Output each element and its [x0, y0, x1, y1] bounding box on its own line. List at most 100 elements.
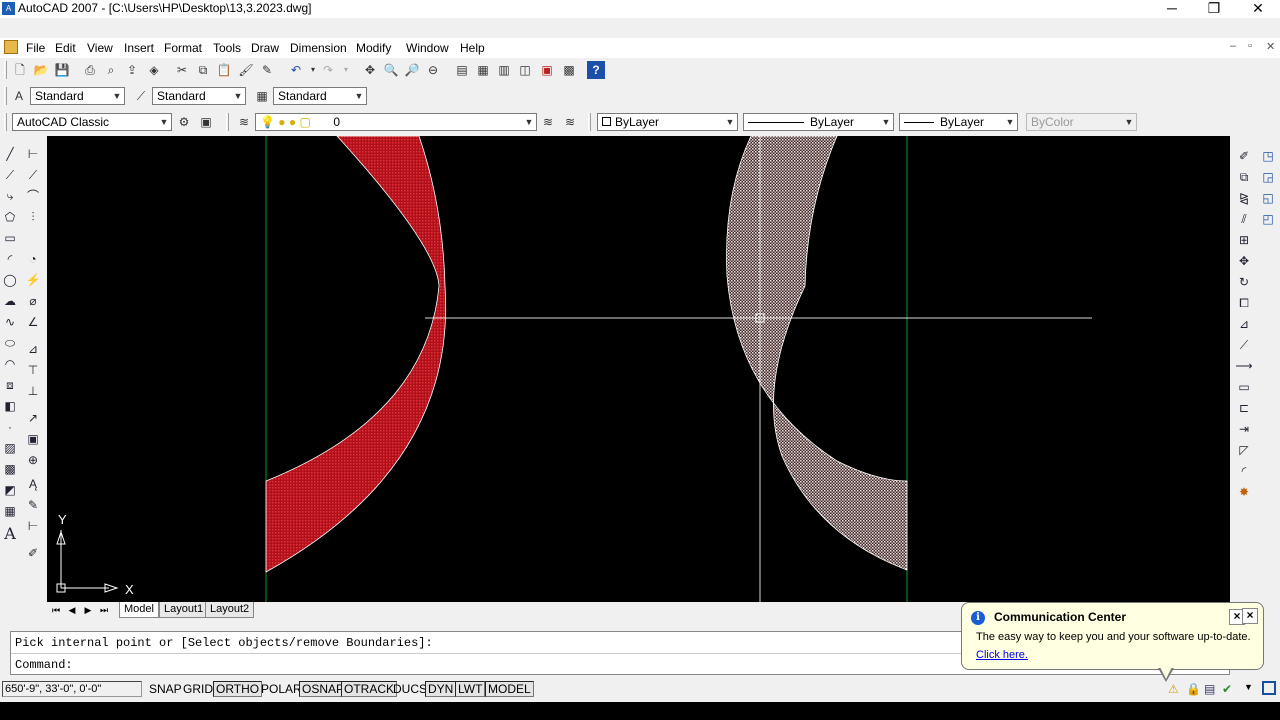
model-toggle[interactable]: MODEL [485, 681, 534, 697]
first-tab-icon[interactable]: ⏮ [49, 603, 63, 617]
dim-style-control-icon[interactable]: ✐ [23, 543, 43, 563]
dim-style-icon[interactable]: ⟋ [131, 86, 151, 106]
pan-realtime-icon[interactable]: ✥ [360, 60, 380, 80]
my-workspace-icon[interactable]: ▣ [196, 112, 216, 132]
close-button[interactable]: ✕ [1236, 0, 1280, 18]
grid-toggle[interactable]: GRID [180, 681, 216, 697]
paste-icon[interactable]: 📋 [214, 60, 234, 80]
color-control-select[interactable]: ByLayer ▼ [597, 113, 738, 131]
dim-style-select[interactable]: Standard ▼ [152, 87, 246, 105]
table-icon[interactable]: ▦ [0, 501, 20, 521]
region-icon[interactable]: ◩ [0, 480, 20, 500]
make-block-icon[interactable]: ◧ [0, 396, 20, 416]
coordinates-display[interactable]: 650'-9", 33'-0", 0'-0" [2, 681, 142, 697]
copy-icon[interactable]: ⧉ [193, 60, 213, 80]
arc-length-icon[interactable]: ⌒ [23, 186, 43, 206]
tab-layout1[interactable]: Layout1 [159, 602, 209, 618]
text-style-icon[interactable]: A [9, 86, 29, 106]
menu-file[interactable]: File [26, 41, 45, 55]
linear-dimension-icon[interactable]: ⊢ [23, 144, 43, 164]
quick-dimension-icon[interactable]: ⊿ [23, 339, 43, 359]
line-icon[interactable]: ╱ [0, 144, 20, 164]
make-object-layer-current-icon[interactable]: ≋ [538, 112, 558, 132]
polar-toggle[interactable]: POLAR [258, 681, 305, 697]
baseline-icon[interactable]: ⊤ [23, 360, 43, 380]
plot-icon[interactable]: ⎙ [80, 60, 100, 80]
osnap-toggle[interactable]: OSNAP [299, 681, 348, 697]
menu-format[interactable]: Format [164, 41, 202, 55]
match-properties-icon[interactable]: 🖌 [236, 60, 256, 80]
toolbar-grip[interactable] [4, 61, 7, 79]
center-mark-icon[interactable]: ⊕ [23, 450, 43, 470]
ellipse-arc-icon[interactable]: ◠ [0, 354, 20, 374]
workspace-select[interactable]: AutoCAD Classic ▼ [12, 113, 172, 131]
polyline-icon[interactable]: ⤷ [0, 186, 20, 206]
bring-to-front-icon[interactable]: ◳ [1258, 146, 1278, 166]
dimension-text-edit-icon[interactable]: ✎ [23, 495, 43, 515]
tab-layout2[interactable]: Layout2 [205, 602, 255, 618]
redo-dropdown-icon[interactable]: ▾ [336, 60, 356, 80]
menu-view[interactable]: View [87, 41, 113, 55]
break-icon[interactable]: ⊏ [1234, 398, 1254, 418]
layer-select[interactable]: 💡 ● ● ▢ 0 ▼ [255, 113, 537, 131]
menu-window[interactable]: Window [406, 41, 449, 55]
prev-tab-icon[interactable]: ◀ [65, 603, 79, 617]
menu-dimension[interactable]: Dimension [290, 41, 347, 55]
aligned-dimension-icon[interactable]: ⟋ [23, 165, 43, 185]
menu-modify[interactable]: Modify [356, 41, 391, 55]
zoom-window-icon[interactable]: 🔎 [402, 60, 422, 80]
rectangle-icon[interactable]: ▭ [0, 228, 20, 248]
continue-icon[interactable]: ⊥ [23, 381, 43, 401]
menu-draw[interactable]: Draw [251, 41, 279, 55]
send-to-back-icon[interactable]: ◲ [1258, 167, 1278, 187]
layer-previous-icon[interactable]: ≋ [560, 112, 580, 132]
red-hatched-arc[interactable] [265, 136, 447, 573]
last-tab-icon[interactable]: ⏭ [97, 603, 111, 617]
ordinate-icon[interactable]: ⫶ [23, 207, 43, 227]
markup-icon[interactable]: ▣ [537, 60, 557, 80]
arc-icon[interactable]: ◜ [0, 249, 20, 269]
3d-dwf-icon[interactable]: ◈ [144, 60, 164, 80]
clean-screen-icon[interactable] [1262, 681, 1276, 695]
warning-icon[interactable]: ⚠ [1168, 682, 1182, 696]
dyn-toggle[interactable]: DYN [425, 681, 457, 697]
explode-icon[interactable]: ✸ [1234, 482, 1254, 502]
jogged-icon[interactable]: ⚡ [23, 270, 43, 290]
zoom-realtime-icon[interactable]: 🔍 [381, 60, 401, 80]
model-space-drawing[interactable]: Y X [47, 136, 1230, 604]
radius-icon[interactable]: ◔ [23, 249, 43, 269]
construction-line-icon[interactable]: ⟋ [0, 165, 20, 185]
linetype-control-select[interactable]: ByLayer ▼ [743, 113, 894, 131]
new-icon[interactable]: 🗋 [10, 60, 30, 80]
tolerance-icon[interactable]: ▣ [23, 429, 43, 449]
diameter-icon[interactable]: ⌀ [23, 291, 43, 311]
dimension-update-icon[interactable]: ⊢ [23, 516, 43, 536]
otrack-toggle[interactable]: OTRACK [341, 681, 398, 697]
toolbar-grip[interactable] [226, 113, 229, 131]
lock-icon[interactable]: 🔒 [1186, 682, 1201, 696]
publish-icon[interactable]: ⇪ [122, 60, 142, 80]
table-style-select[interactable]: Standard ▼ [273, 87, 367, 105]
menu-insert[interactable]: Insert [124, 41, 154, 55]
open-icon[interactable]: 📂 [31, 60, 51, 80]
communication-center-icon[interactable]: ▤ [1204, 682, 1218, 696]
extend-icon[interactable]: ⟶ [1234, 356, 1254, 376]
save-icon[interactable]: 💾 [52, 60, 72, 80]
angular-icon[interactable]: ∠ [23, 312, 43, 332]
rotate-icon[interactable]: ↻ [1234, 272, 1254, 292]
quick-leader-icon[interactable]: ↗ [23, 408, 43, 428]
spline-icon[interactable]: ∿ [0, 312, 20, 332]
gradient-icon[interactable]: ▩ [0, 459, 20, 479]
trusted-icon[interactable]: ✔ [1222, 682, 1236, 696]
command-prompt[interactable]: Command: [15, 658, 73, 672]
menu-help[interactable]: Help [460, 41, 485, 55]
next-tab-icon[interactable]: ▶ [81, 603, 95, 617]
balloon-link[interactable]: Click here. [976, 649, 1028, 661]
revision-cloud-icon[interactable]: ☁ [0, 291, 20, 311]
stretch-icon[interactable]: ⊿ [1234, 314, 1254, 334]
circle-icon[interactable]: ◯ [0, 270, 20, 290]
white-hatched-arc[interactable] [726, 136, 908, 571]
doc-close-button[interactable]: ✕ [1266, 40, 1275, 53]
array-icon[interactable]: ⊞ [1234, 230, 1254, 250]
cut-icon[interactable]: ✂ [172, 60, 192, 80]
